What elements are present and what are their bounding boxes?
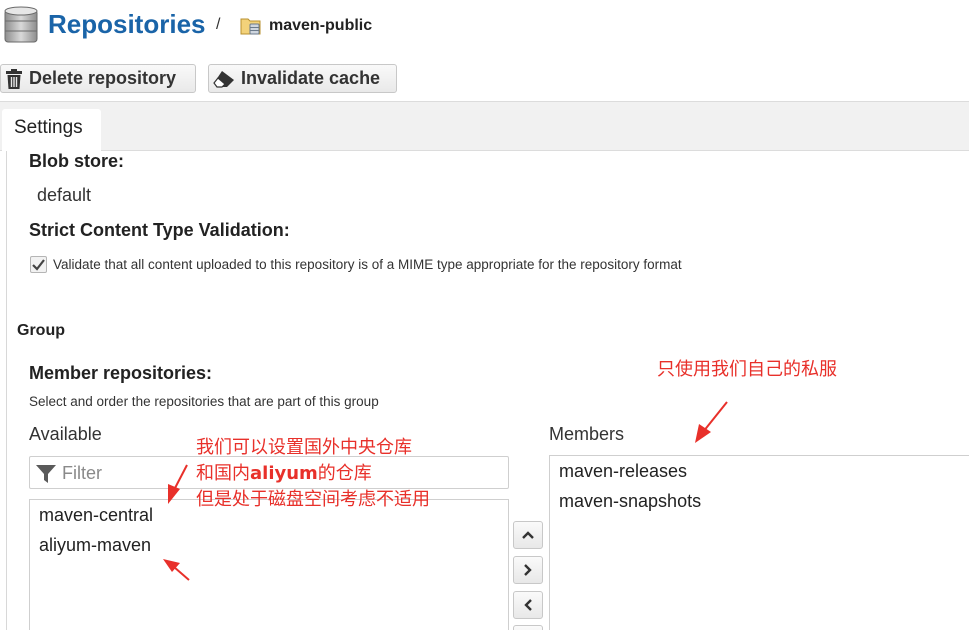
- group-section-label: Group: [17, 322, 65, 339]
- database-icon: [4, 6, 38, 51]
- move-down-button[interactable]: [513, 625, 543, 630]
- annotation-line-1: 我们可以设置国外中央仓库: [196, 437, 412, 458]
- strict-validation-text: Validate that all content uploaded to th…: [53, 257, 682, 272]
- list-item[interactable]: aliyum-maven: [39, 535, 151, 556]
- filter-placeholder: Filter: [62, 463, 102, 483]
- page-title[interactable]: Repositories: [48, 9, 206, 40]
- invalidate-cache-button[interactable]: Invalidate cache: [208, 64, 397, 93]
- list-item[interactable]: maven-releases: [559, 461, 687, 482]
- list-item[interactable]: maven-snapshots: [559, 491, 701, 512]
- tab-settings[interactable]: Settings: [2, 109, 101, 152]
- annotation-line-2: 和国内aliyum的仓库: [196, 461, 430, 487]
- chevron-left-icon: [524, 599, 532, 611]
- annotation-line-2-post: 的仓库: [317, 463, 372, 484]
- strict-validation-checkbox[interactable]: [30, 256, 47, 273]
- page-header: Repositories / maven-public: [0, 0, 969, 56]
- blob-store-label: Blob store:: [29, 151, 125, 171]
- annotation-line-3: 但是处于磁盘空间考虑不适用: [196, 489, 430, 510]
- blob-store-value: default: [37, 185, 92, 205]
- tab-bar: Settings: [0, 101, 969, 152]
- filter-icon: [36, 465, 56, 483]
- breadcrumb-separator: /: [216, 16, 221, 33]
- member-repositories-help: Select and order the repositories that a…: [29, 394, 379, 409]
- chevron-up-icon: [522, 531, 534, 539]
- member-repositories-label: Member repositories:: [29, 363, 213, 383]
- available-label: Available: [29, 424, 102, 444]
- chevron-right-icon: [524, 564, 532, 576]
- repository-group-icon: [240, 16, 262, 41]
- remove-from-members-button[interactable]: [513, 591, 543, 619]
- annotation-central-repos: 我们可以设置国外中央仓库 和国内aliyum的仓库 但是处于磁盘空间考虑不适用: [196, 435, 430, 513]
- members-label: Members: [549, 424, 625, 444]
- breadcrumb-current: maven-public: [269, 17, 373, 34]
- move-up-button[interactable]: [513, 521, 543, 549]
- strict-validation-label: Strict Content Type Validation:: [29, 220, 290, 240]
- members-list[interactable]: maven-releases maven-snapshots: [549, 455, 969, 630]
- annotation-line-2-bold: aliyum: [250, 463, 318, 484]
- list-item[interactable]: maven-central: [39, 505, 153, 526]
- annotation-private-repo: 只使用我们自己的私服: [657, 359, 837, 380]
- delete-repository-label: Delete repository: [29, 68, 177, 88]
- eraser-icon: [213, 70, 234, 88]
- checkmark-icon: [32, 259, 45, 271]
- invalidate-cache-label: Invalidate cache: [241, 68, 381, 88]
- trash-icon: [6, 68, 22, 89]
- add-to-members-button[interactable]: [513, 556, 543, 584]
- delete-repository-button[interactable]: Delete repository: [0, 64, 196, 93]
- annotation-line-2-pre: 和国内: [196, 463, 250, 484]
- available-list[interactable]: maven-central aliyum-maven: [29, 499, 509, 630]
